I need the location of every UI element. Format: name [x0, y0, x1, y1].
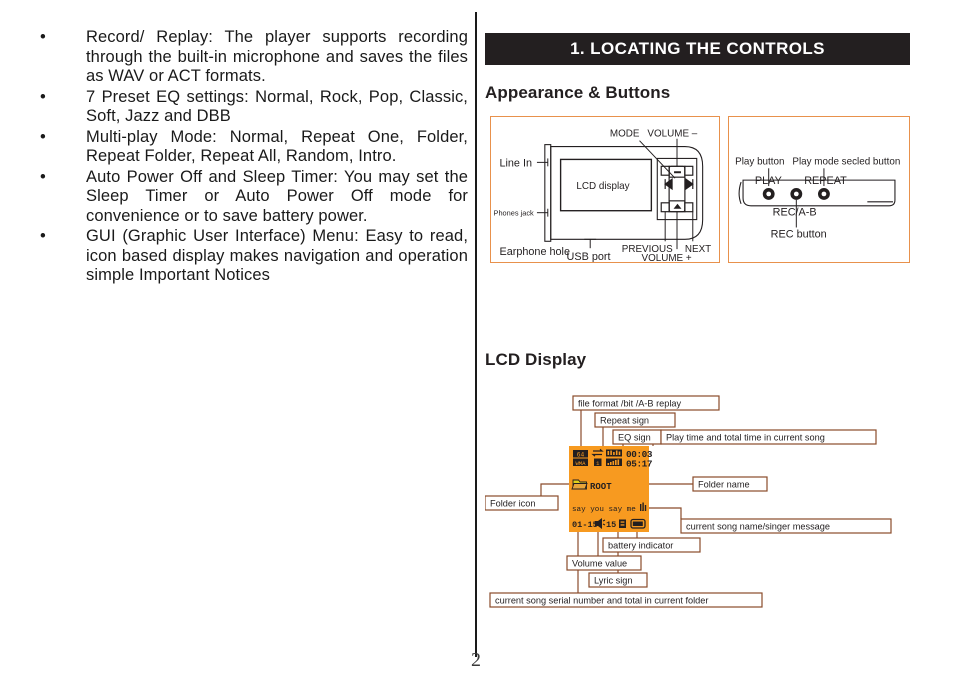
callout-lyric-sign: Lyric sign — [588, 572, 648, 588]
callout-file-format-text: file format /bit /A-B replay — [578, 399, 682, 409]
diagram-front-view: Line In Phones jack Earphone hole USB po… — [490, 116, 720, 263]
callout-folder-icon: Folder icon — [485, 495, 559, 511]
status-row: 01-15 15 — [572, 518, 646, 530]
callout-folder-icon-text: Folder icon — [490, 499, 535, 509]
label-play-button: Play button — [735, 156, 784, 167]
bullet-icon: • — [40, 28, 46, 46]
manual-page: • Record/ Replay: The player supports re… — [0, 0, 954, 694]
section-title-text: 1. LOCATING THE CONTROLS — [570, 39, 825, 58]
label-usb-port: USB port — [567, 251, 611, 262]
left-text-column: • Record/ Replay: The player supports re… — [38, 28, 468, 287]
lcd-time-total: 05:17 — [626, 459, 652, 470]
lcd-track-index: 01-15 — [572, 520, 598, 530]
callout-repeat-sign-text: Repeat sign — [600, 416, 649, 426]
section-title-bar: 1. LOCATING THE CONTROLS — [485, 33, 910, 65]
column-divider — [475, 12, 477, 657]
label-repeat: REPEAT — [804, 175, 847, 187]
heading-appearance-buttons: Appearance & Buttons — [485, 83, 671, 102]
bullet-icon: • — [40, 127, 46, 146]
bullet-text: Record/ Replay: The player supports reco… — [86, 28, 468, 85]
label-phones-jack: Phones jack — [494, 209, 534, 218]
lcd-folder-name: ROOT — [590, 482, 612, 492]
callout-battery-text: battery indicator — [608, 541, 673, 551]
lcd-format: WMA — [575, 460, 586, 467]
callout-eq-sign-text: EQ sign — [618, 433, 651, 443]
label-line-in: Line In — [499, 157, 532, 169]
lcd-screen: 64 WMA 1 00:03 05:17 ROOT say you say me… — [569, 446, 653, 532]
side-view-illustration: Play button Play mode secled button PLAY… — [735, 156, 900, 240]
callout-folder-name-text: Folder name — [698, 480, 750, 490]
callout-folder-name: Folder name — [692, 476, 768, 492]
callout-lyric-sign-text: Lyric sign — [594, 576, 632, 586]
bullet-text: Multi-play Mode: Normal, Repeat One, Fol… — [86, 127, 468, 166]
label-volume-plus: VOLUME + — [641, 253, 691, 262]
callout-song-name: current song name/singer message — [680, 518, 892, 534]
callout-volume-value-text: Volume value — [572, 559, 627, 569]
list-item: • GUI (Graphic User Interface) Menu: Eas… — [38, 227, 468, 286]
callout-play-time-text: Play time and total time in current song — [666, 433, 825, 443]
label-mode: MODE — [610, 129, 640, 140]
page-number: 2 — [0, 649, 954, 672]
list-item: • Multi-play Mode: Normal, Repeat One, F… — [38, 128, 468, 167]
label-rec-button: REC button — [771, 228, 827, 240]
label-rec-ab: REC/A-B — [773, 207, 817, 219]
callout-play-time: Play time and total time in current song — [660, 429, 877, 445]
feature-bullet-list: • Record/ Replay: The player supports re… — [38, 28, 468, 286]
callout-song-name-text: current song name/singer message — [686, 522, 830, 532]
label-earphone-hole: Earphone hole — [499, 246, 570, 258]
callout-battery-indicator: battery indicator — [602, 537, 701, 553]
heading-lcd-display: LCD Display — [485, 350, 587, 369]
bullet-text: Auto Power Off and Sleep Timer: You may … — [86, 167, 468, 225]
bullet-icon: • — [40, 167, 46, 186]
bullet-icon: • — [40, 227, 46, 245]
label-play: PLAY — [755, 175, 782, 187]
lcd-illustration: 64 WMA 1 00:03 05:17 ROOT say you say me… — [485, 395, 892, 608]
callout-file-format: file format /bit /A-B replay — [572, 395, 720, 411]
callout-serial-number-text: current song serial number and total in … — [495, 596, 708, 606]
bullet-text: 7 Preset EQ settings: Normal, Rock, Pop,… — [86, 87, 468, 126]
lyric-sign-icon — [619, 519, 626, 528]
label-volume-minus: VOLUME – — [647, 129, 697, 140]
lcd-callout-diagram: 64 WMA 1 00:03 05:17 ROOT say you say me… — [485, 388, 915, 623]
lcd-song-title: say you say me . — [572, 506, 645, 514]
front-view-illustration: Line In Phones jack Earphone hole USB po… — [494, 129, 712, 262]
lcd-volume-value: 15 — [606, 520, 616, 530]
bullet-icon: • — [40, 87, 46, 106]
right-content-column: 1. LOCATING THE CONTROLS Appearance & Bu… — [485, 0, 925, 694]
label-play-mode-button: Play mode secled button — [792, 156, 900, 167]
callout-repeat-sign: Repeat sign — [594, 412, 676, 428]
lcd-repeat-number: 1 — [596, 460, 600, 467]
page-number-text: 2 — [471, 649, 481, 671]
list-item: • 7 Preset EQ settings: Normal, Rock, Po… — [38, 88, 468, 127]
list-item: • Auto Power Off and Sleep Timer: You ma… — [38, 168, 468, 227]
diagram-side-view: Play button Play mode secled button PLAY… — [728, 116, 910, 263]
callout-eq-sign: EQ sign — [612, 429, 662, 445]
label-lcd-display: LCD display — [576, 181, 629, 192]
callout-volume-value: Volume value — [566, 555, 642, 571]
lcd-bitrate: 64 — [577, 452, 585, 459]
bullet-text: GUI (Graphic User Interface) Menu: Easy … — [86, 227, 468, 284]
list-item: • Record/ Replay: The player supports re… — [38, 28, 468, 87]
callout-serial-number: current song serial number and total in … — [489, 592, 763, 608]
